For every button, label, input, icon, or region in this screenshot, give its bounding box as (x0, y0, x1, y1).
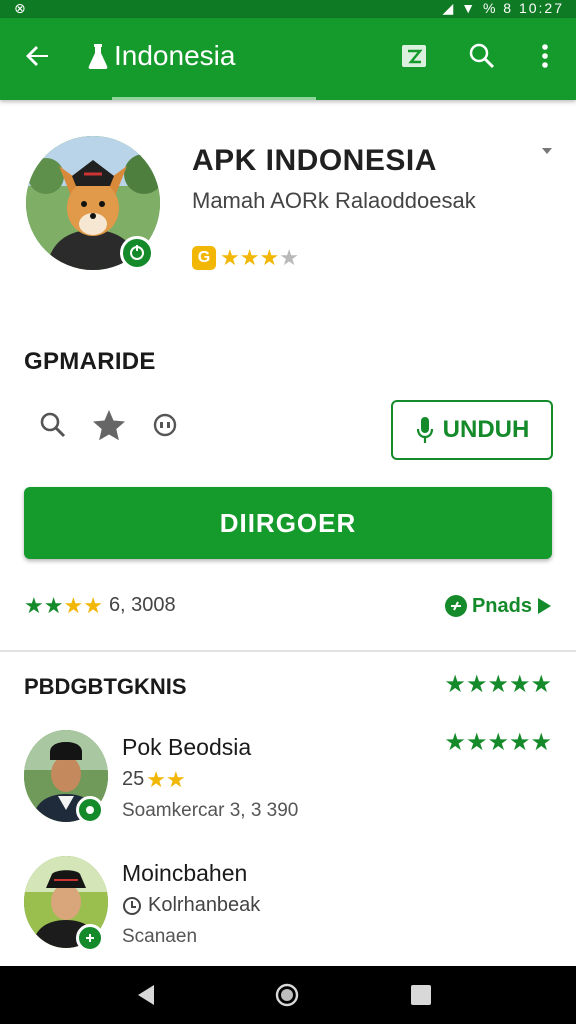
reads-label: Pnads (471, 594, 532, 617)
more-vert-icon[interactable] (529, 40, 561, 72)
star-icon: ★ (24, 592, 44, 618)
app-developer[interactable]: Mamah AORk Ralaoddoesak (192, 188, 476, 214)
reviews-stars: ★★★★★ (444, 671, 552, 698)
app-header: APK INDONESIA Mamah AORk Ralaoddoesak G … (0, 100, 576, 330)
star-icon[interactable] (92, 408, 126, 442)
app-rating: G ★ ★ ★ ★ (192, 246, 299, 270)
clock-icon (123, 896, 141, 915)
status-bar: ⊗ ◢ ▼ % 8 10:27 (0, 0, 576, 18)
verified-badge-icon (76, 924, 104, 952)
primary-action-button[interactable]: DIIRGOER (24, 487, 552, 559)
divider (0, 650, 576, 652)
play-icon (538, 598, 551, 614)
microphone-icon (416, 417, 433, 443)
stats-row: ★ ★ ★ ★ 6, 3008 Pnads (24, 594, 552, 626)
chevron-down-icon[interactable] (540, 146, 554, 156)
home-nav-icon[interactable] (275, 983, 299, 1007)
action-icons (36, 408, 204, 442)
status-right: ◢ ▼ % 8 10:27 (443, 0, 564, 16)
review-meta-text: Kolrhanbeak (148, 894, 261, 916)
star-icon: ★ (165, 766, 186, 792)
star-icon: ★ (239, 245, 260, 270)
reviews-heading: PBDGBTGKNIS (24, 674, 187, 699)
star-icon: ★ (508, 729, 531, 756)
star-icon: ★ (465, 671, 488, 698)
review-detail: Scanaen (122, 926, 198, 947)
reviewer-name: Pok Beodsia (122, 734, 252, 760)
translate-icon[interactable] (398, 40, 430, 72)
review-score: 25 (122, 768, 145, 790)
star-icon: ★ (530, 671, 552, 698)
rating-count: 6, 3008 (108, 594, 176, 616)
reviews-header: PBDGBTGKNIS ★★★★★ (24, 671, 552, 704)
unduh-label: UNDUH (442, 416, 530, 443)
recents-nav-icon[interactable] (409, 983, 433, 1007)
star-icon: ★ (465, 729, 488, 756)
rating-summary: ★ ★ ★ ★ 6, 3008 (24, 594, 176, 617)
review-meta: 25 ★ ★ (122, 768, 186, 791)
toolbar-title: Indonesia (114, 40, 236, 71)
verified-badge-icon (120, 236, 154, 270)
primary-action-label: DIIRGOER (219, 507, 357, 538)
share-icon[interactable] (148, 408, 182, 442)
review-item[interactable]: Moincbahen Kolrhanbeak Scanaen (24, 856, 552, 966)
review-detail: Soamkercar 3, 3 390 (122, 800, 299, 821)
star-icon: ★ (83, 592, 103, 618)
review-meta: Kolrhanbeak (122, 894, 260, 917)
search-icon[interactable] (466, 40, 498, 72)
star-icon: ★ (220, 245, 240, 270)
review-stars: ★★★★★ (444, 729, 552, 756)
signal-icon: ◢ ▼ (442, 0, 478, 16)
star-icon: ★ (487, 671, 509, 698)
app-name: APK INDONESIA (192, 144, 437, 177)
star-icon: ★ (63, 592, 84, 618)
reads-link[interactable]: Pnads (444, 594, 552, 618)
flask-icon (88, 44, 108, 69)
star-icon: ★ (487, 729, 509, 756)
star-icon: ★ (43, 592, 64, 618)
back-arrow-icon[interactable] (22, 40, 54, 72)
review-item[interactable]: Pok Beodsia 25 ★ ★ Soamkercar 3, 3 390 ★… (24, 730, 552, 840)
system-nav-bar (0, 966, 576, 1024)
rating-badge: G (192, 246, 216, 270)
toolbar-title-group: Indonesia (88, 36, 235, 76)
reviewer-name: Moincbahen (122, 860, 248, 886)
star-icon: ★ (508, 671, 531, 698)
star-icon: ★ (146, 766, 166, 792)
notification-icon: ⊗ (14, 0, 26, 16)
verified-badge-icon (76, 796, 104, 824)
toggle-icon (444, 595, 467, 617)
back-nav-icon[interactable] (134, 983, 158, 1007)
star-icon: ★ (530, 729, 552, 756)
battery-text: % 8 (482, 0, 514, 16)
section-label: GPMARIDE (24, 348, 156, 375)
clock: 10:27 (518, 0, 564, 16)
star-icon: ★ (444, 729, 466, 756)
star-icon: ★ (444, 671, 466, 698)
search-icon[interactable] (36, 408, 70, 442)
app-toolbar: Indonesia (0, 18, 576, 100)
star-icon: ★ (279, 245, 299, 270)
unduh-button[interactable]: UNDUH (391, 400, 553, 460)
star-icon: ★ (259, 245, 280, 270)
